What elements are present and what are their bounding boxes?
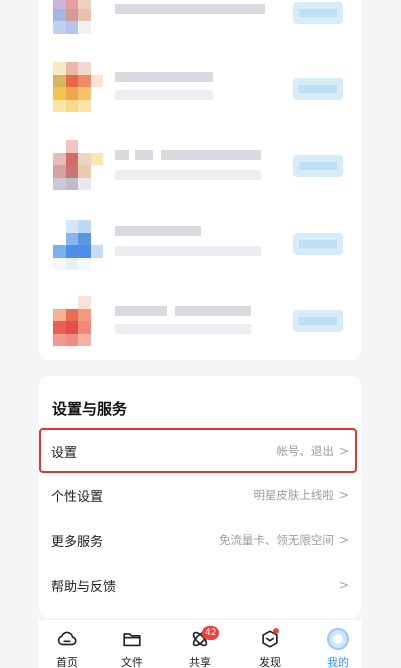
row-right: 帐号、退出 > (276, 443, 349, 459)
blurred-text (115, 72, 213, 82)
row-right: 免流量卡、领无限空间 > (219, 532, 349, 548)
row-right: > (334, 578, 349, 592)
chevron-right-icon: > (338, 488, 349, 502)
blurred-text (115, 90, 213, 100)
bottom-tab-bar: 首页 文件 42 共享 发现 我的 (39, 620, 361, 668)
row-label: 更多服务 (51, 534, 104, 550)
settings-row-personalize[interactable]: 个性设置 明星皮肤上线啦 > (39, 473, 361, 517)
blurred-thumbnail (53, 140, 103, 190)
row-value: 明星皮肤上线啦 (253, 488, 334, 502)
blurred-thumbnail (53, 220, 103, 270)
blurred-list-item[interactable] (39, 218, 361, 278)
blurred-text (115, 150, 129, 160)
blurred-action-button[interactable] (293, 2, 343, 24)
cloud-home-icon (57, 631, 77, 646)
settings-row-settings[interactable]: 设置 帐号、退出 > (39, 429, 361, 473)
blurred-text (115, 306, 167, 316)
tab-label: 首页 (56, 656, 78, 668)
row-right: 明星皮肤上线啦 > (253, 487, 349, 503)
blurred-thumbnail (53, 0, 103, 46)
blurred-thumbnail (53, 296, 103, 346)
blurred-thumbnail (53, 62, 103, 112)
tab-label: 我的 (327, 656, 349, 668)
row-label: 个性设置 (51, 489, 104, 505)
row-value: 免流量卡、领无限空间 (218, 533, 334, 547)
blurred-text (135, 150, 153, 160)
chevron-right-icon: > (338, 578, 349, 592)
blurred-text (115, 246, 261, 256)
section-title: 设置与服务 (52, 400, 128, 418)
tab-share[interactable]: 42 共享 (175, 626, 225, 668)
blurred-action-button[interactable] (293, 233, 343, 255)
blurred-list-item[interactable] (39, 294, 361, 354)
blurred-action-button[interactable] (293, 310, 343, 332)
blurred-list-item[interactable] (39, 0, 361, 46)
blurred-text (115, 170, 261, 180)
tab-home[interactable]: 首页 (42, 628, 92, 668)
row-label: 帮助与反馈 (51, 579, 117, 595)
avatar-icon (327, 628, 349, 650)
settings-row-more-services[interactable]: 更多服务 免流量卡、领无限空间 > (39, 518, 361, 562)
row-label: 设置 (51, 445, 78, 461)
row-value: 帐号、退出 (276, 444, 334, 458)
tab-label: 文件 (121, 656, 143, 668)
tab-label: 共享 (189, 656, 211, 668)
tab-files[interactable]: 文件 (107, 628, 157, 668)
blurred-text (175, 306, 251, 316)
blurred-action-button[interactable] (293, 78, 343, 100)
settings-services-card: 设置与服务 设置 帐号、退出 > 个性设置 明星皮肤上线啦 > 更多服务 免流量… (39, 376, 361, 618)
blurred-text (161, 150, 261, 160)
blurred-app-list (39, 0, 361, 360)
blurred-action-button[interactable] (293, 155, 343, 177)
chevron-right-icon: > (338, 533, 349, 547)
tab-discover[interactable]: 发现 (245, 628, 295, 668)
blurred-list-item[interactable] (39, 60, 361, 120)
folder-icon (123, 633, 141, 647)
new-dot-indicator (273, 628, 279, 634)
blurred-text (115, 226, 201, 236)
blurred-text (115, 324, 251, 334)
blurred-text (115, 4, 265, 14)
notification-badge: 42 (202, 626, 220, 640)
blurred-list-item[interactable] (39, 138, 361, 198)
tab-label: 发现 (259, 656, 281, 668)
settings-row-help-feedback[interactable]: 帮助与反馈 > (39, 563, 361, 607)
tab-me[interactable]: 我的 (313, 628, 363, 668)
page: 设置与服务 设置 帐号、退出 > 个性设置 明星皮肤上线啦 > 更多服务 免流量… (0, 0, 401, 668)
chevron-right-icon: > (338, 444, 349, 458)
